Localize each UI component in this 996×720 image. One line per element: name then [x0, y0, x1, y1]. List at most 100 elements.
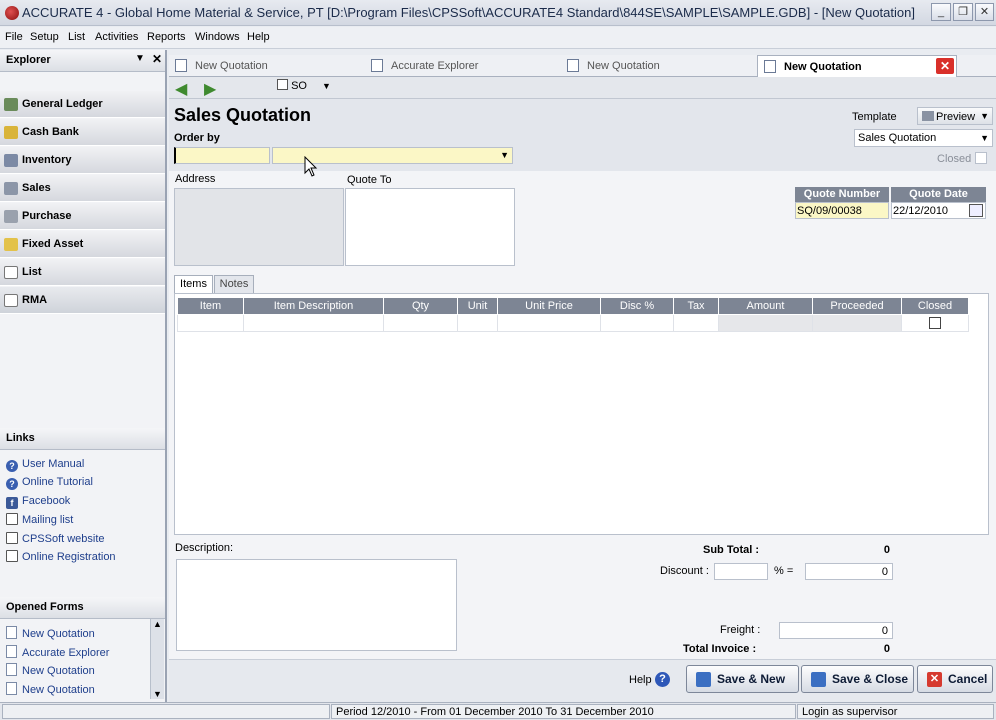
explorer-header: Explorer ▼ ✕ — [0, 50, 165, 72]
cell[interactable] — [177, 314, 244, 332]
nav-cash-bank[interactable]: Cash Bank — [0, 119, 165, 146]
col-unit[interactable]: Unit — [457, 297, 498, 315]
link-cpssoft-website[interactable]: CPSSoft website — [6, 532, 105, 548]
help-icon[interactable]: ? — [655, 672, 670, 687]
link-user-manual[interactable]: ? User Manual — [6, 458, 84, 474]
save-new-button[interactable]: Save & New — [686, 665, 799, 693]
preview-button[interactable]: Preview ▼ — [917, 107, 993, 125]
close-icon[interactable]: ✕ — [975, 3, 994, 21]
freight-input[interactable]: 0 — [779, 622, 893, 639]
title-bar: ACCURATE 4 - Global Home Material & Serv… — [0, 0, 996, 26]
scroll-down-icon[interactable]: ▼ — [151, 689, 164, 699]
calendar-icon[interactable] — [969, 204, 983, 217]
tab-new-quotation-2[interactable]: New Quotation — [561, 55, 756, 77]
discount-percent-input[interactable] — [714, 563, 768, 580]
house-icon — [4, 238, 18, 251]
template-select[interactable]: Sales Quotation ▼ — [854, 129, 993, 147]
address-field[interactable] — [174, 188, 344, 266]
cell[interactable] — [600, 314, 674, 332]
help-label[interactable]: Help — [629, 674, 652, 686]
dropdown-icon[interactable]: ▼ — [135, 53, 145, 64]
form-icon — [567, 59, 579, 72]
opened-form-item[interactable]: Accurate Explorer — [6, 645, 109, 661]
nav-rma[interactable]: RMA — [0, 287, 165, 314]
menu-activities[interactable]: Activities — [95, 31, 138, 43]
quote-to-field[interactable] — [345, 188, 515, 266]
link-facebook[interactable]: f Facebook — [6, 495, 70, 511]
quote-number-input[interactable]: SQ/09/00038 — [795, 202, 889, 219]
close-panel-icon[interactable]: ✕ — [152, 52, 162, 66]
so-dropdown[interactable]: SO ▼ — [277, 79, 332, 96]
save-close-label: Save & Close — [832, 672, 909, 686]
quote-date-input[interactable]: 22/12/2010 — [891, 202, 986, 219]
opened-form-item[interactable]: New Quotation — [6, 663, 95, 679]
app-icon[interactable] — [5, 6, 19, 20]
col-tax[interactable]: Tax — [673, 297, 719, 315]
cancel-button[interactable]: ✕ Cancel — [917, 665, 993, 693]
link-mailing-list[interactable]: Mailing list — [6, 513, 73, 529]
cell[interactable] — [383, 314, 458, 332]
col-qty[interactable]: Qty — [383, 297, 458, 315]
menu-list[interactable]: List — [68, 31, 85, 43]
close-tab-icon[interactable]: ✕ — [936, 58, 954, 74]
menu-windows[interactable]: Windows — [195, 31, 240, 43]
col-proceeded[interactable]: Proceeded — [812, 297, 902, 315]
description-field[interactable] — [176, 559, 457, 651]
menu-file[interactable]: File — [5, 31, 23, 43]
chevron-down-icon[interactable]: ▼ — [500, 150, 509, 160]
minimize-icon[interactable]: _ — [931, 3, 951, 21]
cell[interactable] — [243, 314, 384, 332]
opened-form-item[interactable]: New Quotation — [6, 626, 95, 642]
forward-arrow-icon[interactable]: ▶ — [204, 79, 216, 99]
col-closed[interactable]: Closed — [901, 297, 969, 315]
closed-checkbox[interactable] — [975, 152, 987, 164]
table-row[interactable] — [177, 314, 969, 332]
tab-accurate-explorer[interactable]: Accurate Explorer — [365, 55, 560, 77]
tab-new-quotation-active[interactable]: New Quotation ✕ — [757, 55, 957, 77]
col-amount[interactable]: Amount — [718, 297, 813, 315]
form-icon — [764, 60, 776, 73]
link-online-tutorial[interactable]: ? Online Tutorial — [6, 476, 93, 492]
nav-label: Fixed Asset — [22, 238, 84, 250]
nav-sales[interactable]: Sales — [0, 175, 165, 202]
cell[interactable] — [673, 314, 719, 332]
nav-list[interactable]: List — [0, 259, 165, 286]
discount-amount-input[interactable]: 0 — [805, 563, 893, 580]
preview-label: Preview — [936, 111, 976, 123]
scroll-up-icon[interactable]: ▲ — [151, 619, 164, 629]
col-unit-price[interactable]: Unit Price — [497, 297, 601, 315]
nav-inventory[interactable]: Inventory — [0, 147, 165, 174]
menu-reports[interactable]: Reports — [147, 31, 186, 43]
cell[interactable] — [457, 314, 498, 332]
cell[interactable] — [901, 314, 969, 332]
col-disc[interactable]: Disc % — [600, 297, 674, 315]
tab-notes[interactable]: Notes — [214, 275, 254, 293]
nav-general-ledger[interactable]: General Ledger — [0, 91, 165, 118]
tab-new-quotation-1[interactable]: New Quotation — [169, 55, 364, 77]
save-icon — [811, 672, 826, 687]
link-online-registration[interactable]: Online Registration — [6, 550, 116, 566]
restore-icon[interactable]: ❐ — [953, 3, 973, 21]
nav-purchase[interactable]: Purchase — [0, 203, 165, 230]
total-invoice-label: Total Invoice : — [683, 643, 757, 655]
items-table[interactable]: Item Item Description Qty Unit Unit Pric… — [177, 297, 969, 332]
cell[interactable] — [497, 314, 601, 332]
opened-forms-scrollbar[interactable]: ▲ ▼ — [150, 619, 164, 699]
cell — [812, 314, 902, 332]
col-item[interactable]: Item — [177, 297, 244, 315]
address-label: Address — [175, 173, 216, 185]
col-item-description[interactable]: Item Description — [243, 297, 384, 315]
template-value: Sales Quotation — [858, 132, 937, 144]
customer-id-input[interactable] — [174, 147, 270, 164]
menu-setup[interactable]: Setup — [30, 31, 59, 43]
back-arrow-icon[interactable]: ◀ — [175, 79, 187, 99]
row-closed-checkbox[interactable] — [929, 316, 941, 329]
menu-help[interactable]: Help — [247, 31, 270, 43]
tab-label: New Quotation — [195, 60, 268, 72]
tab-items[interactable]: Items — [174, 275, 213, 293]
form-icon — [6, 682, 17, 695]
save-close-button[interactable]: Save & Close — [801, 665, 914, 693]
nav-fixed-asset[interactable]: Fixed Asset — [0, 231, 165, 258]
opened-form-item[interactable]: New Quotation — [6, 682, 95, 698]
status-period: Period 12/2010 - From 01 December 2010 T… — [331, 704, 796, 719]
